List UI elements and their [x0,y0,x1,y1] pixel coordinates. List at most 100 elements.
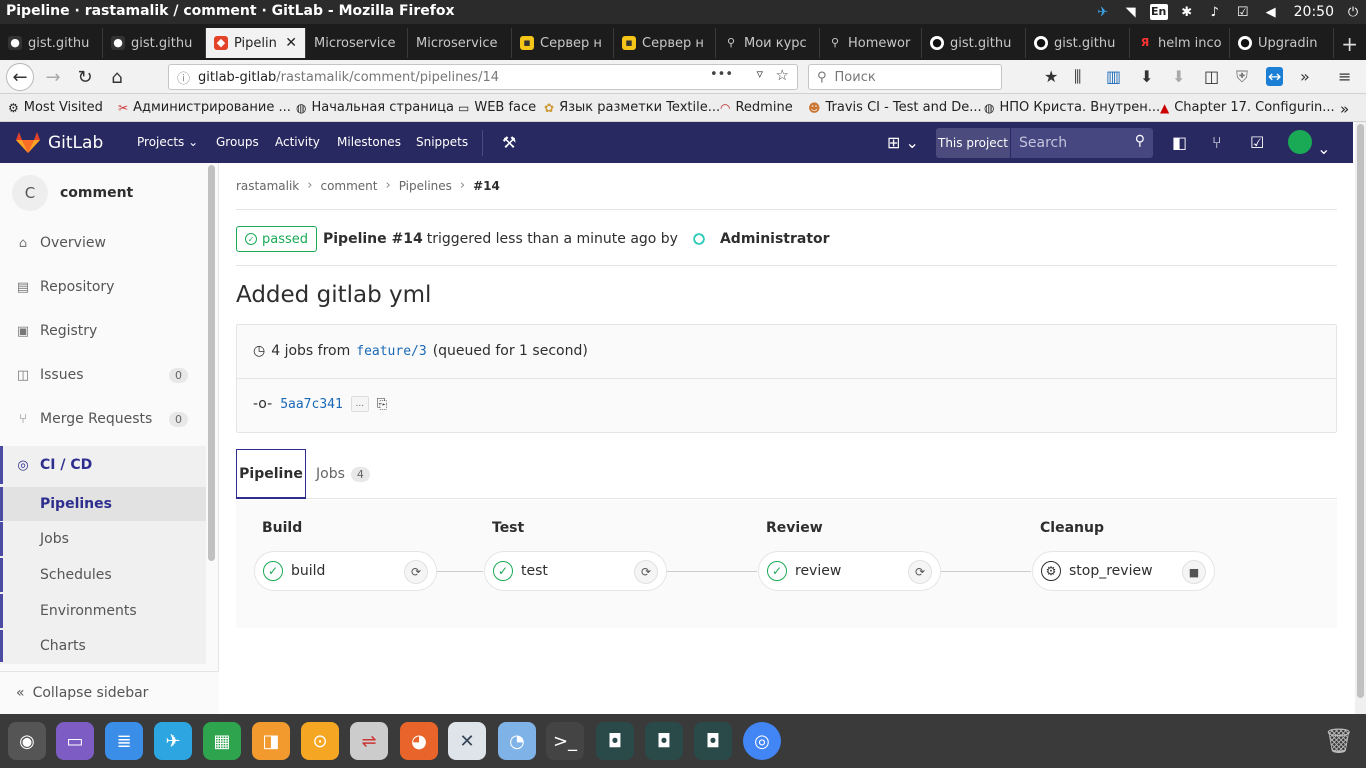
browser-tab[interactable]: ⚲ Homewor [820,28,922,58]
sidebar-sub-charts[interactable]: Charts [0,630,206,662]
breadcrumb-pipelines[interactable]: Pipelines [399,179,452,193]
firefox-icon[interactable]: ◕ [400,722,438,760]
clock[interactable]: 20:50 [1294,4,1334,20]
bookmark-admin[interactable]: ✂ Администрирование ... [118,100,291,115]
nav-groups[interactable]: Groups [216,135,259,149]
nav-snippets[interactable]: Snippets [416,135,468,149]
gitlab-logo[interactable]: GitLab [16,132,103,154]
url-bar[interactable]: ⓘ gitlab-gitlab/rastamalik/comment/pipel… [168,64,798,90]
browser-search-input[interactable]: ⚲ Поиск [808,64,1002,90]
wifi-icon[interactable]: ◥ [1122,3,1140,21]
files-icon[interactable]: ▭ [56,722,94,760]
bookmark-start-page[interactable]: ◍ Начальная страница [296,100,454,115]
screenshot-icon[interactable]: ⊙ [301,722,339,760]
bookmark-textile[interactable]: ✿ Язык разметки Textile... [544,100,720,115]
home-icon[interactable]: ⌂ [104,64,130,90]
sidebar-item-merge-requests[interactable]: ⑂ Merge Requests 0 [0,401,206,437]
writer-icon[interactable]: ≣ [105,722,143,760]
impress-icon[interactable]: ◨ [252,722,290,760]
back-icon[interactable]: ← [6,63,34,91]
shield-icon[interactable]: ⛨ [1236,67,1248,87]
bookmark-web-face[interactable]: ▭ WEB face [458,100,536,115]
pipeline-user[interactable]: Administrator [720,231,830,247]
sidebar-item-cicd[interactable]: ◎ CI / CD [0,446,206,484]
tab-jobs[interactable]: Jobs 4 [316,449,370,499]
project-avatar[interactable]: C [12,175,48,211]
breadcrumb-current[interactable]: #14 [473,179,500,193]
merge-requests-icon[interactable]: ⑂ [1212,133,1222,152]
stop-icon[interactable]: ■ [1182,560,1206,584]
tab-pipeline[interactable]: Pipeline [236,449,306,499]
sidebar-sub-environments[interactable]: Environments [0,594,206,628]
bookmarks-overflow-icon[interactable]: » [1340,100,1349,118]
browser-tab[interactable]: ⚲ Мои курс [716,28,820,58]
breadcrumb-project[interactable]: comment [320,179,377,193]
bookmark-travis[interactable]: ☻ Travis CI - Test and De... [808,100,982,115]
page-actions-icon[interactable]: ••• [710,67,733,82]
browser-tab[interactable]: ▪ Сервер н [614,28,716,58]
status-badge[interactable]: ✓ passed [236,226,318,252]
bookmark-krista[interactable]: ◍ НПО Криста. Внутрен... [984,100,1160,115]
download-icon[interactable]: ⬇ [1140,67,1153,86]
job-test[interactable]: ✓ test ⟳ [484,551,667,591]
sidebar-scrollbar[interactable] [208,165,215,561]
terminal-icon[interactable]: >_ [546,722,584,760]
vm-icon[interactable]: ◘ [645,722,683,760]
branch-link[interactable]: feature/3 [356,344,426,359]
user-avatar[interactable]: ⌄ [1288,130,1331,158]
overflow-chevron-icon[interactable]: » [1300,67,1310,86]
todo-check-icon[interactable]: ☑ [1250,133,1264,152]
telegram-tray-icon[interactable]: ✈ [1094,3,1112,21]
todos-sidebar-icon[interactable]: ◧ [1172,133,1187,152]
nav-activity[interactable]: Activity [275,135,320,149]
breadcrumb-namespace[interactable]: rastamalik [236,179,299,193]
sidebar-sub-jobs[interactable]: Jobs [0,522,206,556]
stats-icon[interactable]: ▥ [1106,67,1121,86]
retry-icon[interactable]: ⟳ [908,560,932,584]
bookmark-star-icon[interactable]: ☆ [776,66,789,84]
volume-icon[interactable]: ◀ [1262,3,1280,21]
library-icon[interactable]: ⫼ [1074,67,1081,87]
pocket-icon[interactable]: ▿ [756,67,763,82]
copy-clipboard-icon[interactable]: ⎘ [377,397,387,412]
trash-icon[interactable]: 🗑 [1320,722,1358,760]
job-review[interactable]: ✓ review ⟳ [758,551,941,591]
retry-icon[interactable]: ⟳ [404,560,428,584]
vm-icon[interactable]: ◘ [596,722,634,760]
bookmark-redmine[interactable]: ◠ Redmine [720,100,793,115]
keyboard-layout-indicator[interactable]: En [1149,4,1168,20]
sync-arrows-icon[interactable]: ↔ [1266,67,1284,86]
telegram-icon[interactable]: ✈ [154,722,192,760]
sidebar-item-repository[interactable]: ▤ Repository [0,269,206,305]
browser-tab[interactable]: ● Upgradin [1230,28,1334,58]
commit-sha-link[interactable]: 5aa7c341 [280,397,343,412]
chrome-icon[interactable]: ◎ [743,722,781,760]
sidebar-item-overview[interactable]: ⌂ Overview [0,225,206,261]
browser-tab[interactable]: ▪ Сервер н [512,28,614,58]
ubuntu-launcher-icon[interactable]: ◉ [8,722,46,760]
calc-icon[interactable]: ▦ [203,722,241,760]
nav-projects[interactable]: Projects ⌄ [137,135,198,149]
nav-milestones[interactable]: Milestones [337,135,401,149]
notification-bell-icon[interactable]: ♪ [1206,3,1224,21]
project-name[interactable]: comment [60,185,133,201]
hamburger-menu-icon[interactable]: ≡ [1338,67,1351,86]
browser-tab[interactable]: Microservice [408,28,512,58]
bookmark-chapter17[interactable]: ▲ Chapter 17. Configurin... [1160,100,1335,115]
info-icon[interactable]: ⓘ [177,68,190,87]
browser-tab[interactable]: Яhelm inco [1130,28,1230,58]
browser-tab[interactable]: ● gist.githu [922,28,1026,58]
user-avatar-small[interactable] [689,230,708,248]
browser-tab-active[interactable]: ◆ Pipelin ✕ [206,28,306,58]
pidgin-icon[interactable]: ◔ [498,722,536,760]
new-plus-icon[interactable]: ⊞ ⌄ [887,133,919,152]
job-build[interactable]: ✓ build ⟳ [254,551,437,591]
checkbox-tray-icon[interactable]: ☑ [1234,3,1252,21]
browser-tab[interactable]: ● gist.githu [103,28,206,58]
collapse-sidebar-button[interactable]: «Collapse sidebar [0,671,219,714]
sidebar-item-issues[interactable]: ◫ Issues 0 [0,357,206,393]
new-tab-icon[interactable]: + [1341,32,1358,56]
expand-commit-button[interactable]: ... [350,396,369,412]
browser-tab[interactable]: ● gist.githu [1026,28,1130,58]
vm-icon[interactable]: ◘ [694,722,732,760]
